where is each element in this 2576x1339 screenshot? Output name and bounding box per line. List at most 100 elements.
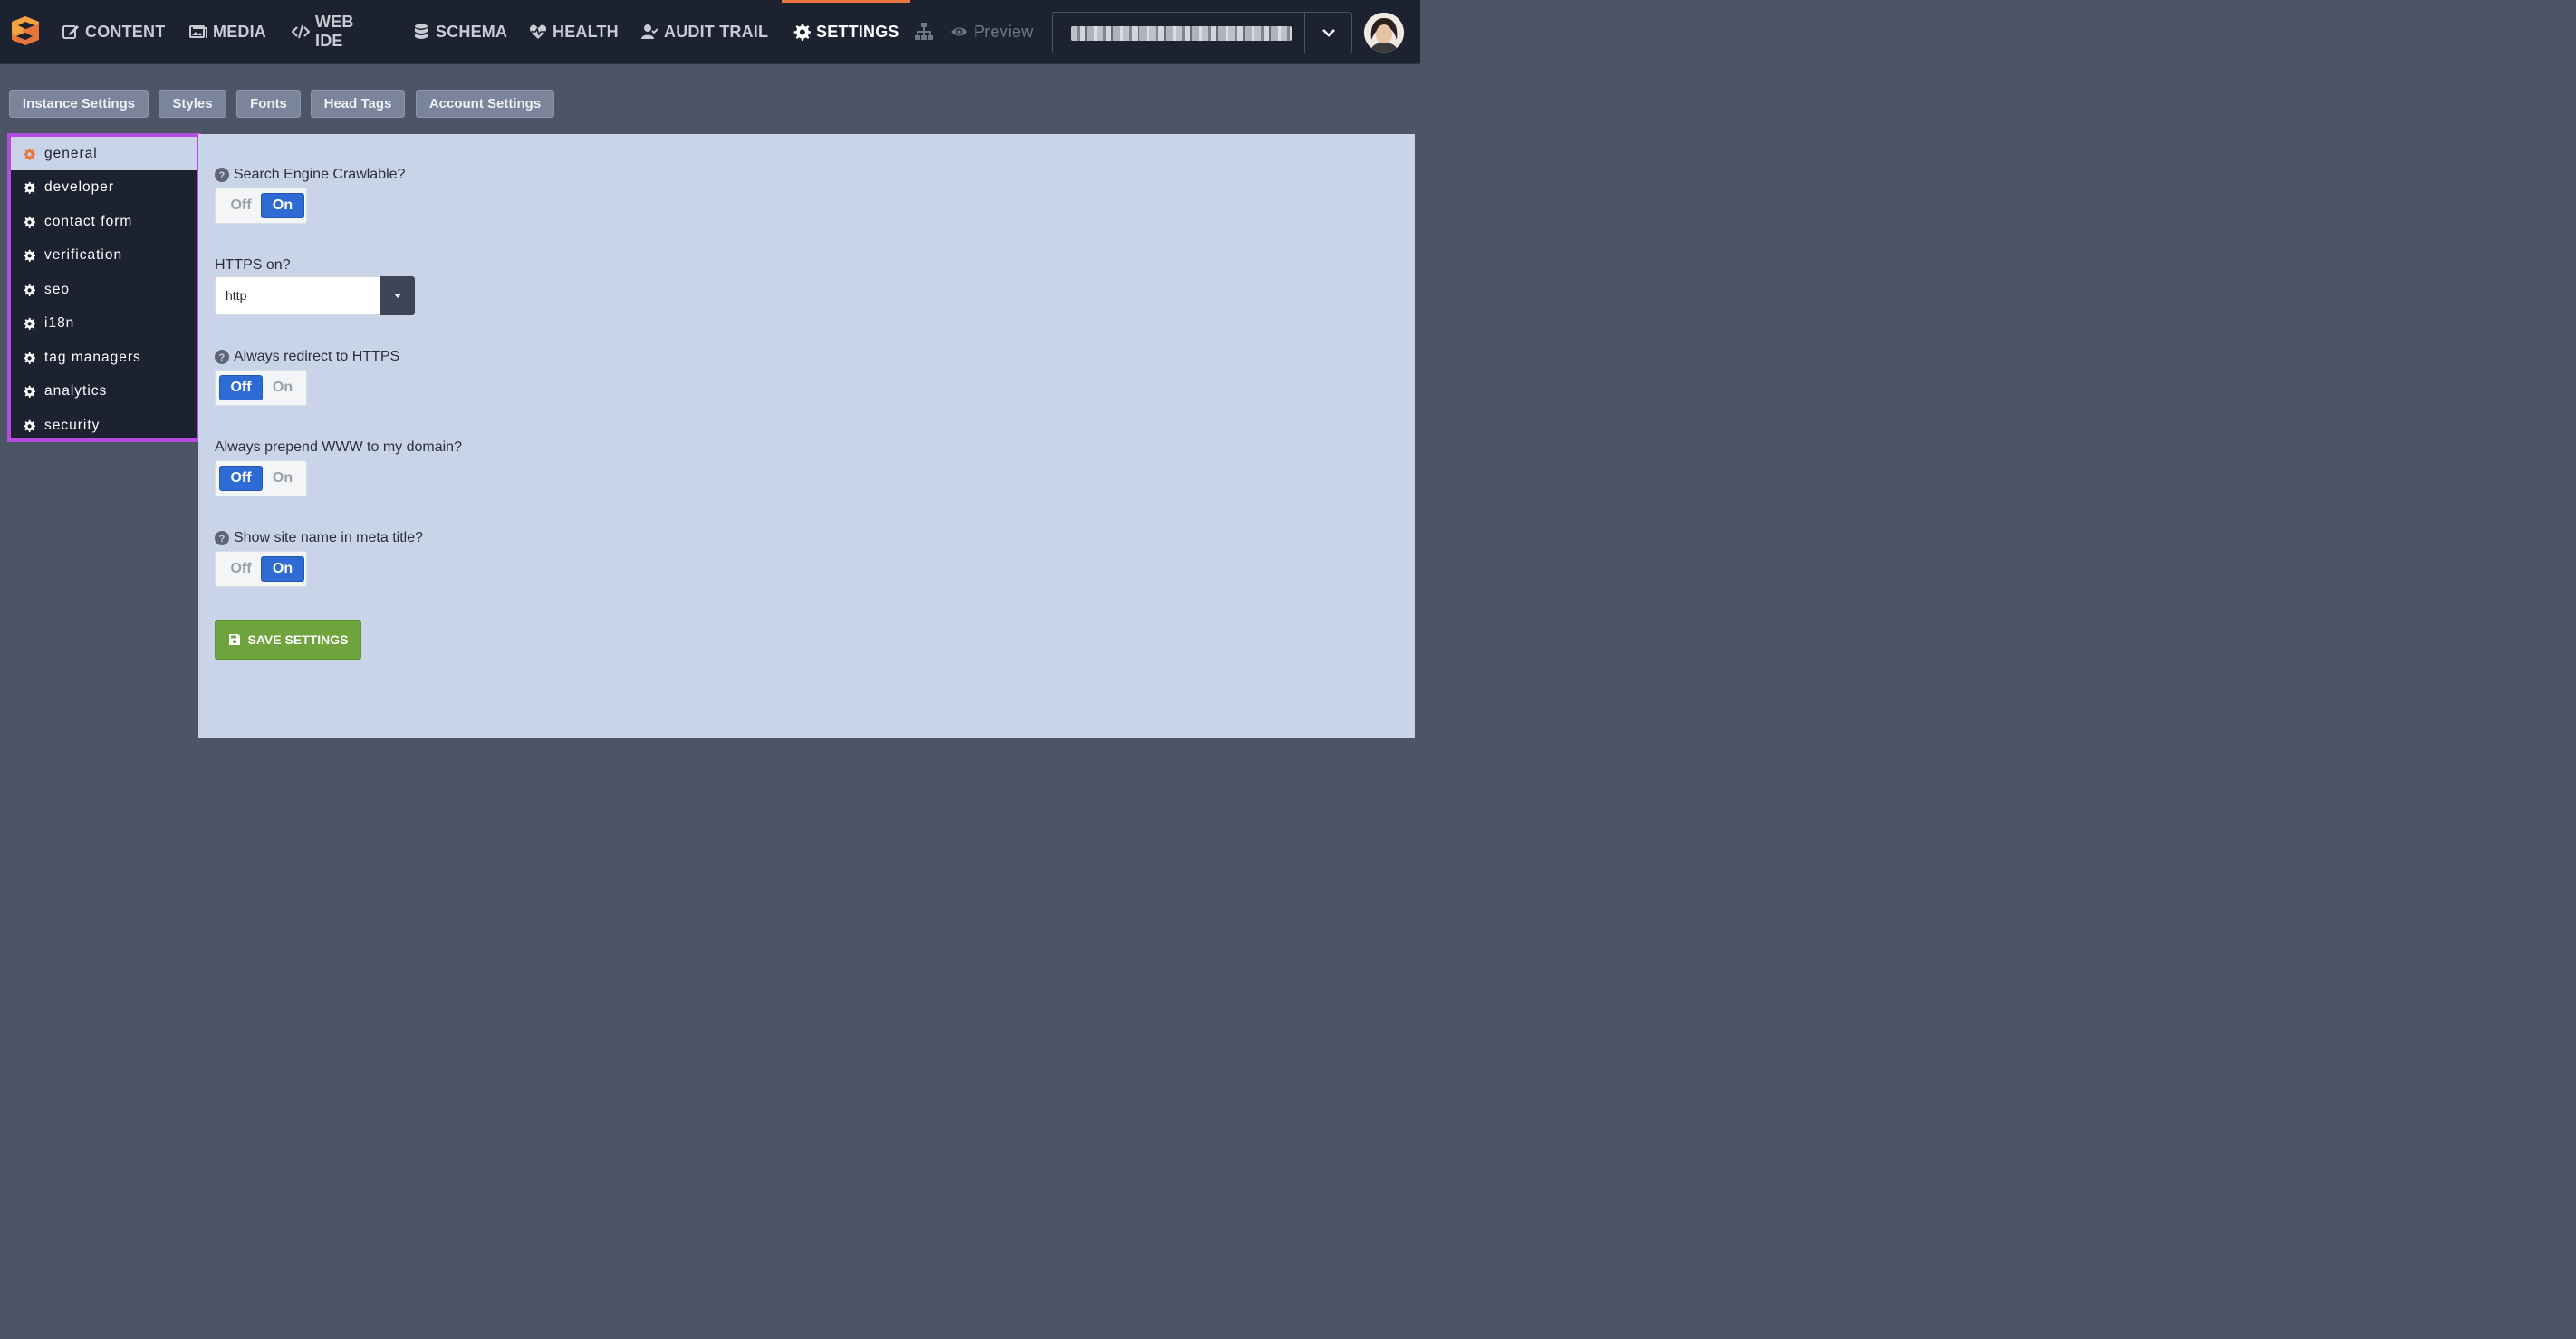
svg-text:?: ? [219,352,226,363]
nav-health[interactable]: HEALTH [529,0,619,63]
gear-icon [23,181,35,194]
nav-settings-label: SETTINGS [816,22,899,41]
gear-icon [23,352,35,364]
https-label-row: HTTPS on? [215,257,291,274]
nav-preview[interactable]: Preview [950,0,1033,63]
floppy-disk-icon [228,633,241,646]
images-icon [189,23,207,41]
sitemap-icon[interactable] [914,22,934,42]
redirect-https-off-option[interactable]: Off [219,375,263,400]
crawlable-label: Search Engine Crawlable? [234,167,406,182]
crawlable-label-row: ? Search Engine Crawlable? [215,167,405,183]
user-check-icon [640,23,658,41]
sidebar-item-label: analytics [44,382,108,399]
nav-content-label: CONTENT [85,22,166,41]
https-select-value: http [226,288,247,303]
tab-fonts[interactable]: Fonts [236,90,301,118]
site-name-meta-on-option[interactable]: On [261,556,304,582]
heartbeat-icon [529,23,547,41]
top-navigation: CONTENT MEDIA WEB IDE SCHEMA HEALTH AUDI… [0,0,1420,63]
help-icon[interactable]: ? [215,168,229,182]
tab-account-settings[interactable]: Account Settings [416,90,554,118]
prepend-www-label-row: Always prepend WWW to my domain? [215,439,462,456]
redirect-https-label-row: ? Always redirect to HTTPS [215,349,399,365]
eye-icon [950,23,968,41]
nav-audit-trail-label: AUDIT TRAIL [664,22,769,41]
gear-icon [23,284,35,296]
sidebar-item-label: general [44,145,98,161]
nav-web-ide[interactable]: WEB IDE [292,0,354,63]
prepend-www-off-option[interactable]: Off [219,466,263,491]
sidebar-item-security[interactable]: security [11,409,197,442]
instance-selector[interactable] [1052,12,1352,53]
site-name-meta-label-row: ? Show site name in meta title? [215,530,423,546]
prepend-www-on-option[interactable]: On [261,466,304,491]
gear-icon [23,148,35,160]
site-name-meta-off-option[interactable]: Off [219,556,263,582]
gear-icon [23,249,35,262]
sidebar-item-seo[interactable]: seo [11,273,197,306]
sidebar-item-label: developer [44,178,115,195]
tab-head-tags[interactable]: Head Tags [311,90,405,118]
gear-icon [23,419,35,432]
gear-icon [23,216,35,228]
svg-text:?: ? [219,534,226,544]
settings-tabs: Instance Settings Styles Fonts Head Tags… [0,63,1420,134]
sidebar-item-contact-form[interactable]: contact form [11,205,197,238]
nav-media[interactable]: MEDIA [189,0,266,63]
gear-icon [793,23,811,41]
https-select[interactable]: http [215,276,415,315]
nav-settings[interactable]: SETTINGS [782,0,910,63]
sidebar-item-tag-managers[interactable]: tag managers [11,341,197,374]
sidebar-item-label: contact form [44,213,133,229]
save-settings-button[interactable]: SAVE SETTINGS [215,620,361,660]
svg-text:?: ? [219,170,226,181]
sidebar-item-label: verification [44,246,123,263]
prepend-www-label: Always prepend WWW to my domain? [215,439,462,455]
gear-icon [23,317,35,330]
nav-health-label: HEALTH [553,22,619,41]
help-icon[interactable]: ? [215,350,229,364]
help-icon[interactable]: ? [215,531,229,545]
sidebar-item-label: tag managers [44,349,141,365]
sidebar-item-label: security [44,417,101,433]
crawlable-toggle[interactable]: Off On [215,188,307,224]
redirect-https-label: Always redirect to HTTPS [234,349,400,364]
nav-web-ide-label: WEB IDE [315,13,354,50]
settings-category-menu: general developer contact form verificat… [7,133,201,442]
nav-content[interactable]: CONTENT [62,0,165,63]
save-settings-label: SAVE SETTINGS [247,632,349,647]
chevron-down-icon[interactable] [1304,13,1351,53]
sidebar-item-developer[interactable]: developer [11,170,197,204]
edit-icon [62,23,80,41]
database-icon [412,23,430,41]
nav-preview-label: Preview [974,22,1033,41]
sidebar-item-i18n[interactable]: i18n [11,306,197,340]
sidebar-item-label: i18n [44,314,75,331]
caret-down-icon[interactable] [380,276,415,315]
sidebar-item-analytics[interactable]: analytics [11,374,197,408]
nav-audit-trail[interactable]: AUDIT TRAIL [640,0,768,63]
redirect-https-toggle[interactable]: Off On [215,370,307,406]
site-name-meta-label: Show site name in meta title? [234,530,423,545]
nav-schema-label: SCHEMA [436,22,508,41]
tab-instance-settings[interactable]: Instance Settings [9,90,149,118]
sidebar-item-verification[interactable]: verification [11,238,197,272]
crawlable-on-option[interactable]: On [261,193,304,218]
https-label: HTTPS on? [215,257,291,273]
prepend-www-toggle[interactable]: Off On [215,460,307,496]
sidebar-item-general[interactable]: general [11,137,197,170]
zesty-logo-icon[interactable] [9,14,42,47]
instance-name-redacted [1071,26,1292,41]
user-avatar[interactable] [1364,13,1404,53]
redirect-https-on-option[interactable]: On [261,375,304,400]
sidebar-item-label: seo [44,281,70,297]
nav-schema[interactable]: SCHEMA [412,0,507,63]
general-settings-panel: ? Search Engine Crawlable? Off On HTTPS … [198,134,1415,738]
tab-styles[interactable]: Styles [159,90,226,118]
gear-icon [23,385,35,398]
crawlable-off-option[interactable]: Off [219,193,263,218]
code-icon [292,23,310,41]
nav-media-label: MEDIA [213,22,266,41]
site-name-meta-toggle[interactable]: Off On [215,551,307,587]
